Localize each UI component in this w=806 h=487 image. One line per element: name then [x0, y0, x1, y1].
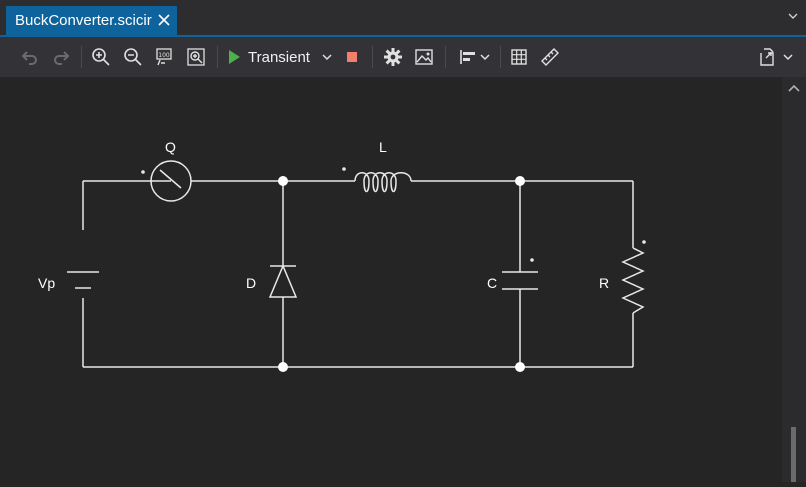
grid-icon — [511, 49, 527, 65]
source-label: Vp — [38, 275, 55, 291]
toolbar-separator — [500, 46, 501, 68]
polarity-dot — [530, 258, 534, 262]
toolbar: 100 Transient — [0, 37, 806, 77]
gear-icon — [384, 48, 402, 66]
run-simulation-button[interactable]: Transient — [226, 45, 336, 69]
vertical-scrollbar[interactable] — [782, 77, 806, 482]
undo-icon — [21, 51, 37, 65]
resistor-label: R — [599, 275, 609, 291]
circuit-diagram: Vp Q L D C R — [38, 139, 646, 372]
close-icon[interactable] — [156, 12, 172, 28]
switch-q[interactable] — [150, 160, 192, 202]
document-tab[interactable]: BuckConverter.scicir — [6, 6, 177, 37]
junction-node — [515, 176, 525, 186]
zoom-out-button[interactable] — [121, 45, 145, 69]
grid-toggle-button[interactable] — [507, 45, 531, 69]
document-tab-bar: BuckConverter.scicir — [0, 0, 806, 37]
inductor-l[interactable] — [354, 172, 412, 193]
polarity-dot — [342, 167, 346, 171]
align-dropdown[interactable] — [454, 45, 494, 69]
polarity-dot — [642, 240, 646, 244]
chevron-down-icon[interactable] — [787, 10, 799, 22]
zoom-fit-button[interactable] — [184, 45, 208, 69]
junction-node — [278, 362, 288, 372]
run-mode-label: Transient — [248, 48, 310, 66]
inductor-label: L — [379, 139, 387, 155]
voltage-source-vp[interactable] — [67, 271, 99, 289]
switch-label: Q — [165, 139, 176, 155]
ruler-button[interactable] — [538, 45, 562, 69]
tab-title: BuckConverter.scicir — [15, 12, 152, 29]
align-icon — [460, 50, 475, 64]
toolbar-separator — [217, 46, 218, 68]
stop-icon — [347, 52, 357, 62]
settings-button[interactable] — [381, 45, 405, 69]
zoom-in-icon — [92, 48, 110, 66]
zoom-100-button[interactable]: 100 — [153, 45, 177, 69]
chevron-down-icon — [480, 54, 490, 61]
toolbar-separator — [445, 46, 446, 68]
export-icon — [760, 48, 774, 66]
junction-node — [278, 176, 288, 186]
zoom-100-icon: 100 — [156, 48, 172, 66]
diode-label: D — [246, 275, 256, 291]
redo-icon — [54, 51, 70, 65]
chevron-down-icon — [783, 54, 793, 61]
scrollbar-thumb[interactable] — [791, 427, 796, 482]
chevron-down-icon[interactable] — [322, 52, 332, 62]
resistor-r[interactable] — [621, 247, 645, 314]
capacitor-label: C — [487, 275, 497, 291]
zoom-out-icon — [124, 48, 142, 66]
zoom-fit-icon — [187, 48, 205, 66]
undo-button[interactable] — [18, 45, 42, 69]
svg-text:100: 100 — [158, 52, 170, 59]
toolbar-separator — [372, 46, 373, 68]
zoom-in-button[interactable] — [89, 45, 113, 69]
scroll-up-icon[interactable] — [788, 83, 800, 93]
diode-d[interactable] — [268, 264, 298, 298]
toolbar-separator — [81, 46, 82, 68]
image-icon — [415, 49, 433, 65]
polarity-dot — [141, 170, 145, 174]
junction-node — [515, 362, 525, 372]
schematic-canvas[interactable]: Vp Q L D C R — [0, 77, 782, 482]
redo-button[interactable] — [49, 45, 73, 69]
ruler-icon — [541, 48, 559, 66]
capacitor-c[interactable] — [502, 271, 538, 290]
play-icon — [229, 50, 240, 64]
stop-button[interactable] — [340, 45, 364, 69]
export-image-button[interactable] — [412, 45, 436, 69]
export-dropdown[interactable] — [752, 45, 798, 69]
